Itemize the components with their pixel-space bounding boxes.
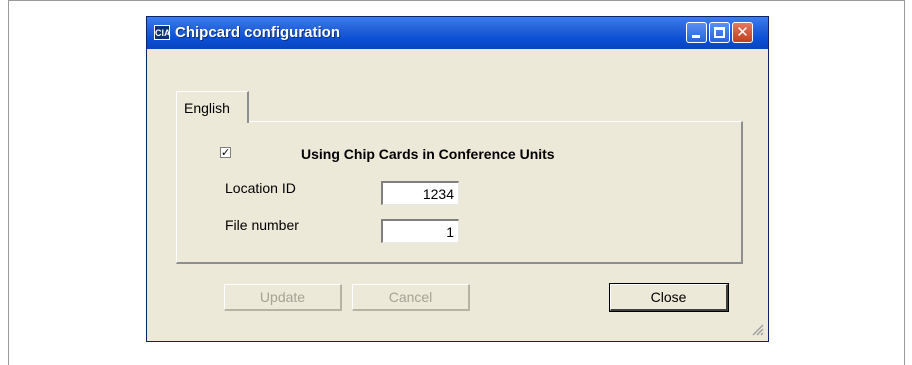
window-title: Chipcard configuration xyxy=(175,24,340,41)
update-button[interactable]: Update xyxy=(224,284,342,311)
location-id-field[interactable]: 1234 xyxy=(381,181,459,205)
checkmark-icon: ✓ xyxy=(221,146,231,159)
maximize-icon xyxy=(714,27,725,38)
maximize-button[interactable] xyxy=(709,22,730,43)
page-frame-right xyxy=(904,0,905,365)
page-frame-top xyxy=(8,0,905,1)
title-bar[interactable]: CIA Chipcard configuration ✕ xyxy=(147,17,768,49)
resize-grip-icon[interactable] xyxy=(750,322,764,336)
app-icon: CIA xyxy=(154,25,171,40)
minimize-icon xyxy=(692,35,700,38)
close-window-button[interactable]: ✕ xyxy=(732,22,753,43)
minimize-button[interactable] xyxy=(686,22,707,43)
use-chip-cards-label: Using Chip Cards in Conference Units xyxy=(301,146,555,162)
location-id-label: Location ID xyxy=(225,180,296,196)
page-frame-left xyxy=(8,0,9,365)
close-button[interactable]: Close xyxy=(609,283,729,312)
tab-label: English xyxy=(184,100,230,116)
close-icon: ✕ xyxy=(736,23,749,41)
tab-english[interactable]: English xyxy=(176,91,249,123)
file-number-label: File number xyxy=(225,217,299,233)
use-chip-cards-checkbox[interactable]: ✓ xyxy=(220,147,231,158)
cancel-button[interactable]: Cancel xyxy=(352,284,470,311)
file-number-field[interactable]: 1 xyxy=(381,219,459,243)
